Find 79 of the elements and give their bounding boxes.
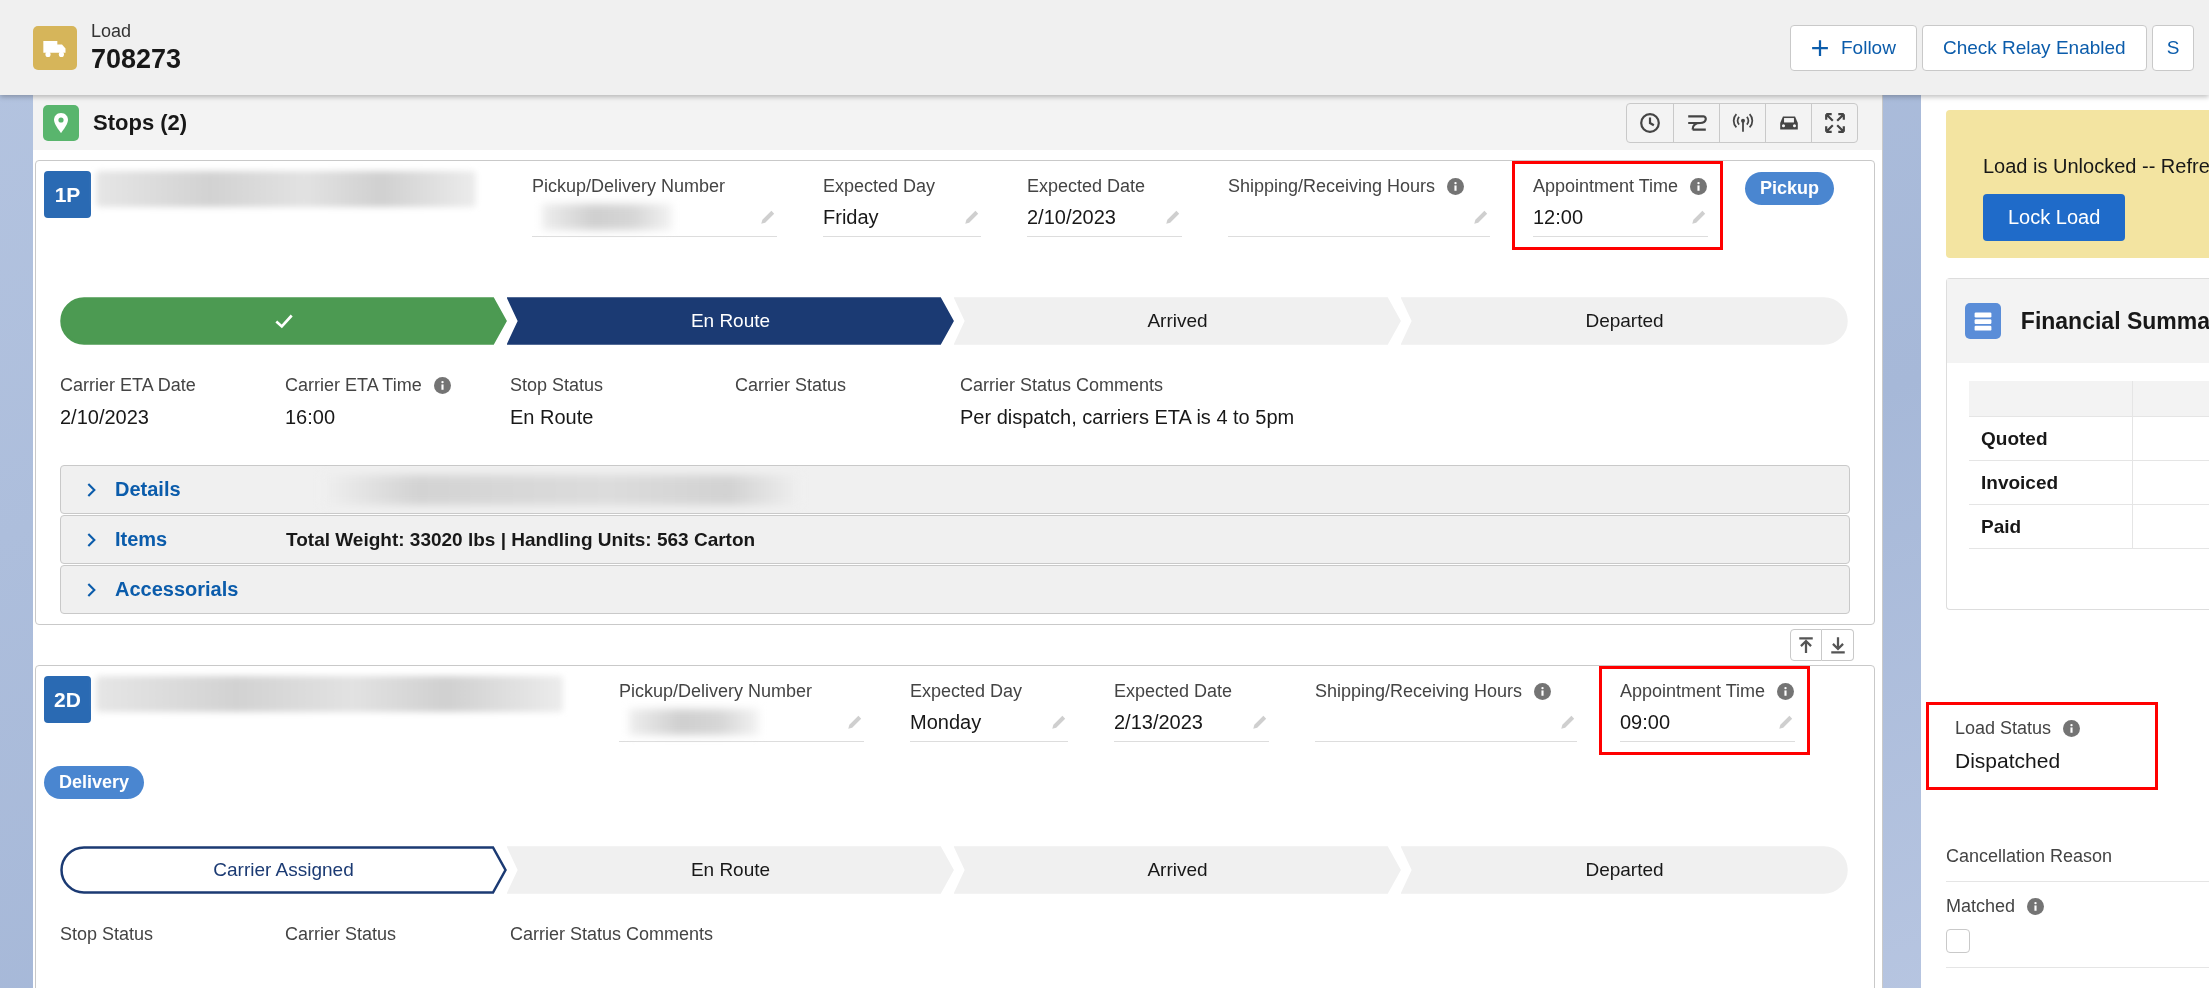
field-value: Monday (910, 710, 982, 734)
record-name: 708273 (91, 43, 182, 75)
checkbox[interactable] (1946, 929, 1970, 953)
path-step[interactable]: Carrier Assigned (60, 846, 507, 894)
field-label: Stop Status (510, 375, 604, 396)
field-label: Appointment Time (1620, 680, 1766, 702)
field-value: Friday (823, 205, 879, 229)
field-label: Cancellation Reason (1946, 846, 2113, 867)
field-label: Expected Date (1114, 680, 1233, 702)
field-label: Carrier Status (285, 924, 397, 945)
field-label: Carrier ETA Date (60, 375, 196, 396)
row-label: Invoiced (1981, 471, 2059, 493)
path-step[interactable]: En Route (507, 297, 954, 345)
truck-icon (33, 25, 77, 70)
stop-type-pill: Delivery (44, 766, 145, 799)
field-label: Shipping/Receiving Hours (1315, 680, 1523, 702)
path-step[interactable]: Departed (1401, 846, 1848, 894)
field-value: 09:00 (1620, 710, 1671, 734)
pencil-icon[interactable] (759, 208, 777, 226)
path-step[interactable] (60, 297, 507, 345)
section-title[interactable]: Details (115, 478, 270, 501)
field-label: Carrier Status Comments (510, 924, 714, 945)
field-label: Expected Date (1027, 175, 1146, 197)
row-label: Quoted (1981, 427, 2048, 449)
field-value: Per dispatch, carriers ETA is 4 to 5pm (960, 406, 1296, 429)
plus-icon (1811, 38, 1829, 57)
field-label: Matched (1946, 896, 2016, 917)
field-label: Expected Day (823, 175, 936, 197)
lock-load-button[interactable]: Lock Load (1983, 194, 2126, 241)
field-value: 12:00 (1533, 205, 1584, 229)
field-label: Pickup/Delivery Number (619, 680, 813, 702)
pencil-icon[interactable] (1164, 208, 1182, 226)
object-label: Load (91, 20, 133, 42)
map-pin-icon (43, 104, 79, 141)
field-label: Stop Status (60, 924, 154, 945)
field-label: Appointment Time (1533, 175, 1679, 197)
action-button[interactable]: Check Relay Enabled (1921, 24, 2147, 71)
stop-type-pill: Pickup (1745, 172, 1835, 205)
move-top-icon[interactable] (1790, 629, 1822, 661)
stop-badge: 2D (44, 676, 91, 723)
field-value: 2/10/2023 (1027, 205, 1116, 229)
field-value: 2/13/2023 (1114, 710, 1203, 734)
field-value: 2/10/2023 (60, 406, 150, 429)
pencil-icon[interactable] (1050, 713, 1068, 731)
pencil-icon[interactable] (1559, 713, 1577, 731)
section-summary: Total Weight: 33020 lbs | Handling Units: 563 Carton (286, 528, 756, 551)
card-title: Stops (2) (93, 109, 188, 136)
action-button[interactable]: Follow (1790, 24, 1917, 71)
path-step[interactable]: Arrived (954, 297, 1401, 345)
pencil-icon[interactable] (1690, 208, 1708, 226)
pencil-icon[interactable] (1472, 208, 1490, 226)
stop-badge: 1P (44, 171, 91, 218)
field-label: Carrier ETA Time (285, 375, 422, 396)
section-title[interactable]: Items (115, 528, 270, 551)
path-step[interactable]: Arrived (954, 846, 1401, 894)
list-icon (1965, 303, 2001, 339)
field-value: Dispatched (1955, 749, 2062, 773)
field-label: Expected Day (910, 680, 1023, 702)
path-step[interactable]: En Route (507, 846, 954, 894)
field-value: En Route (510, 406, 595, 429)
action-button[interactable]: S (2151, 24, 2195, 71)
pencil-icon[interactable] (846, 713, 864, 731)
accordion-section[interactable]: Details (60, 465, 1850, 514)
pencil-icon[interactable] (963, 208, 981, 226)
field-value: 16:00 (285, 406, 337, 429)
pencil-icon[interactable] (1251, 713, 1269, 731)
accordion-section[interactable]: Items Total Weight: 33020 lbs | Handling Units: 563 Carton (60, 515, 1850, 564)
field-label: Carrier Status (735, 375, 847, 396)
field-label: Pickup/Delivery Number (532, 175, 726, 197)
accordion-section[interactable]: Accessorials (60, 565, 1850, 614)
banner-message: Load is Unlocked -- Refre (1983, 155, 2209, 178)
pencil-icon[interactable] (1777, 713, 1795, 731)
field-label: Carrier Status Comments (960, 375, 1164, 396)
path-step[interactable]: Departed (1401, 297, 1848, 345)
section-title[interactable]: Accessorials (115, 578, 270, 601)
row-label: Paid (1981, 515, 2022, 537)
download-icon[interactable] (1822, 629, 1854, 661)
field-label: Load Status (1955, 718, 2052, 739)
field-label: Shipping/Receiving Hours (1228, 175, 1436, 197)
